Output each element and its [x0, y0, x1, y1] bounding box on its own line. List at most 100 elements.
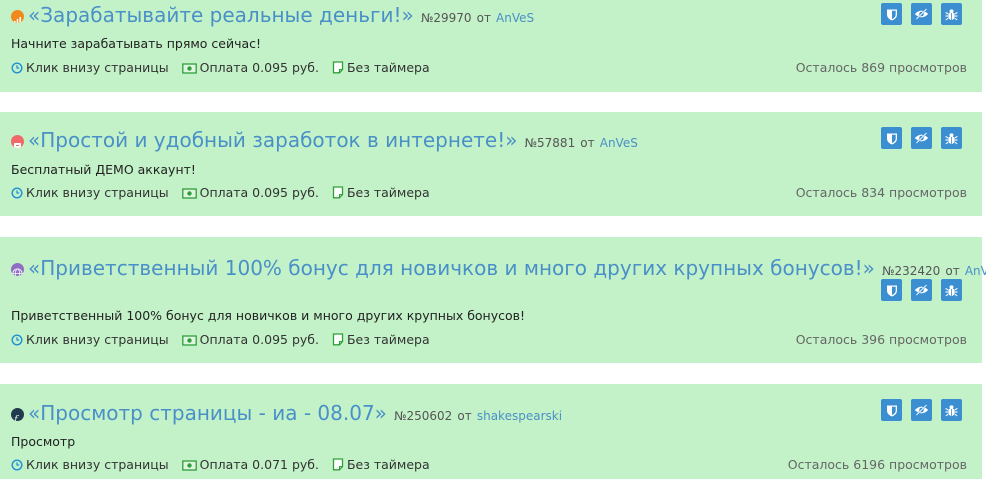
click-info: Клик внизу страницы [11, 457, 169, 472]
views-remaining: Осталось 869 просмотров [795, 60, 967, 75]
click-info-label: Клик внизу страницы [26, 185, 169, 200]
task-number: №57881 [524, 136, 576, 150]
shield-icon [886, 9, 897, 20]
report-bug-button[interactable] [941, 3, 962, 25]
timer-label: Без таймера [346, 185, 430, 200]
bug-icon [945, 404, 958, 416]
clock-icon [11, 334, 23, 346]
hide-button[interactable] [911, 279, 932, 301]
task-title-row: «Простой и удобный заработок в интернете… [11, 128, 882, 155]
money-icon [181, 460, 197, 471]
money-icon [181, 335, 197, 346]
timer-info: Без таймера [332, 60, 430, 75]
timer-label: Без таймера [346, 457, 430, 472]
click-info: Клик внизу страницы [11, 60, 169, 75]
svg-text:f: f [13, 415, 19, 421]
report-bug-button[interactable] [941, 399, 962, 421]
task-title-link[interactable]: «Просмотр страницы - иа - 08.07» [28, 401, 387, 425]
task-title-link[interactable]: «Зарабатывайте реальные деньги!» [28, 3, 414, 27]
task-card: f «Просмотр страницы - иа - 08.07» №2506… [0, 384, 982, 479]
payment-info: Оплата 0.071 руб. [181, 457, 319, 472]
eye-slash-icon [914, 8, 929, 20]
click-info-label: Клик внизу страницы [26, 457, 169, 472]
author-prefix: от [457, 409, 472, 423]
task-description: Просмотр [11, 434, 76, 449]
note-icon [332, 61, 344, 74]
click-info: Клик внизу страницы [11, 332, 169, 347]
author-prefix: от [580, 136, 595, 150]
timer-info: Без таймера [332, 457, 430, 472]
timer-info: Без таймера [332, 332, 430, 347]
timer-info: Без таймера [332, 185, 430, 200]
report-bug-button[interactable] [941, 279, 962, 301]
shield-icon [886, 133, 897, 144]
note-icon [332, 458, 344, 471]
task-title-row: f «Просмотр страницы - иа - 08.07» №2506… [11, 401, 882, 428]
task-number: №29970 [420, 11, 472, 25]
payment-label: Оплата 0.095 руб. [199, 185, 319, 200]
author-link[interactable]: AnVeS [600, 136, 638, 150]
views-remaining: Осталось 6196 просмотров [787, 457, 967, 472]
task-title-link[interactable]: «Приветственный 100% бонус для новичков … [28, 256, 875, 280]
task-meta: Клик внизу страницы Оплата 0.095 руб. Бе… [11, 332, 439, 347]
payment-label: Оплата 0.071 руб. [199, 457, 319, 472]
task-actions [881, 399, 962, 421]
task-number: №232420 [882, 264, 941, 278]
author-link[interactable]: AnVeS [496, 11, 534, 25]
eye-slash-icon [914, 284, 929, 296]
author-link[interactable]: shakespearski [477, 409, 562, 423]
clock-icon [11, 459, 23, 471]
shield-button[interactable] [881, 279, 902, 301]
hide-button[interactable] [911, 3, 932, 25]
money-icon [181, 63, 197, 74]
task-card: «Приветственный 100% бонус для новичков … [0, 237, 986, 363]
money-icon [181, 188, 197, 199]
task-title-row: «Зарабатывайте реальные деньги!» №29970 … [11, 3, 882, 30]
task-card: «Зарабатывайте реальные деньги!» №29970 … [0, 0, 982, 92]
red-gamepad-icon [11, 135, 24, 148]
payment-info: Оплата 0.095 руб. [181, 60, 319, 75]
author-prefix: от [476, 11, 491, 25]
shield-button[interactable] [881, 399, 902, 421]
shield-button[interactable] [881, 127, 902, 149]
note-icon [332, 333, 344, 346]
click-info-label: Клик внизу страницы [26, 332, 169, 347]
orange-signal-icon [11, 10, 24, 23]
click-info-label: Клик внизу страницы [26, 60, 169, 75]
author-link[interactable]: AnVeS [965, 264, 986, 278]
task-title-link[interactable]: «Простой и удобный заработок в интернете… [28, 128, 517, 152]
payment-info: Оплата 0.095 руб. [181, 185, 319, 200]
task-actions [881, 279, 962, 301]
task-description: Бесплатный ДЕМО аккаунт! [11, 162, 196, 177]
timer-label: Без таймера [346, 60, 430, 75]
task-actions [881, 3, 962, 25]
task-description: Начните зарабатывать прямо сейчас! [11, 36, 262, 51]
hide-button[interactable] [911, 399, 932, 421]
payment-label: Оплата 0.095 руб. [199, 332, 319, 347]
bug-icon [945, 284, 958, 296]
clock-icon [11, 62, 23, 74]
shield-icon [886, 285, 897, 296]
timer-label: Без таймера [346, 332, 430, 347]
views-remaining: Осталось 396 просмотров [795, 332, 967, 347]
task-card: «Простой и удобный заработок в интернете… [0, 112, 982, 216]
shield-button[interactable] [881, 3, 902, 25]
task-description: Приветственный 100% бонус для новичков и… [11, 308, 526, 323]
bug-icon [945, 132, 958, 144]
globe-icon [11, 263, 24, 276]
task-meta: Клик внизу страницы Оплата 0.071 руб. Бе… [11, 457, 439, 472]
dark-f-logo-icon: f [11, 408, 24, 421]
views-remaining: Осталось 834 просмотров [795, 185, 967, 200]
eye-slash-icon [914, 132, 929, 144]
click-info: Клик внизу страницы [11, 185, 169, 200]
task-actions [881, 127, 962, 149]
report-bug-button[interactable] [941, 127, 962, 149]
eye-slash-icon [914, 404, 929, 416]
task-title-row: «Приветственный 100% бонус для новичков … [11, 256, 986, 283]
hide-button[interactable] [911, 127, 932, 149]
payment-label: Оплата 0.095 руб. [199, 60, 319, 75]
task-number: №250602 [394, 409, 453, 423]
shield-icon [886, 405, 897, 416]
bug-icon [945, 8, 958, 20]
note-icon [332, 186, 344, 199]
